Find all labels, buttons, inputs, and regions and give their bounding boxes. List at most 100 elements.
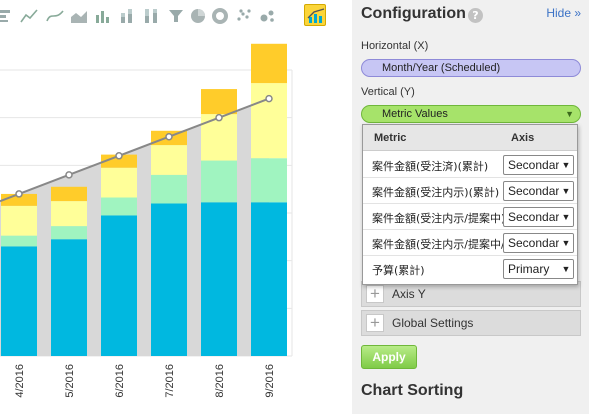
select-arrow-icon: ▼: [559, 234, 573, 252]
trend-point: [15, 190, 23, 198]
metric-name: 案件金額(受注内示)(累計): [372, 186, 500, 199]
select-arrow-icon: ▼: [559, 260, 573, 278]
funnel-chart-button[interactable]: [164, 4, 186, 26]
select-arrow-icon: ▼: [559, 182, 573, 200]
trend-point: [165, 132, 173, 141]
vertical-y-field[interactable]: Metric Values ▼: [361, 105, 581, 123]
bar-segment: [151, 203, 187, 356]
trend-point: [65, 171, 73, 179]
trend-point: [115, 152, 123, 160]
bubble-chart-icon: [260, 10, 274, 22]
bar-segment: [1, 246, 37, 356]
axis-select[interactable]: Secondary ▼: [503, 155, 574, 175]
line-chart-icon: [20, 9, 38, 23]
bar-chart-icon: [96, 11, 109, 23]
x-tick-label: 4/2016: [14, 364, 26, 398]
metric-row: 予算(累計) Primary ▼: [363, 256, 577, 282]
vertical-y-value: Metric Values: [382, 108, 448, 120]
donut-chart-icon: [212, 8, 228, 24]
metric-name: 案件金額(受注済)(累計): [372, 160, 489, 173]
horizontal-bar-chart-icon: [0, 10, 10, 22]
metric-name: 予算(累計): [372, 264, 425, 277]
chart-type-toolbar: [0, 4, 330, 28]
metric-name: 案件金額(受注内示/提案中/見込)(累計): [372, 238, 504, 251]
bar-segment: [51, 186, 87, 202]
x-tick-label: 9/2016: [264, 364, 276, 398]
bar-segment: [101, 197, 137, 216]
axis-select[interactable]: Secondary ▼: [503, 207, 574, 227]
hide-link[interactable]: Hide »: [546, 6, 581, 20]
axis-select-value: Secondary: [508, 210, 566, 224]
x-tick-label: 8/2016: [214, 364, 226, 398]
metric-row: 案件金額(受注内示)(累計) Secondary ▼: [363, 178, 577, 204]
global-settings-label: Global Settings: [392, 316, 474, 330]
bar-segment: [201, 160, 237, 203]
apply-button[interactable]: Apply: [361, 345, 417, 369]
bar-segment: [51, 239, 87, 356]
trend-point: [215, 113, 223, 122]
stacked-bar-chart-button[interactable]: [116, 4, 138, 26]
axis-select[interactable]: Primary ▼: [503, 259, 574, 279]
dropdown-header: Metric Axis: [363, 125, 577, 151]
select-arrow-icon: ▼: [559, 208, 573, 226]
donut-chart-button[interactable]: [208, 4, 230, 26]
axis-select-value: Secondary: [508, 158, 566, 172]
help-icon[interactable]: ?: [468, 8, 483, 23]
horizontal-label: Horizontal (X): [361, 40, 429, 52]
axis-select-value: Secondary: [508, 236, 566, 250]
bar-segment: [201, 202, 237, 356]
metric-row: 案件金額(受注内示/提案中/見込)(累計) Secondary▼: [363, 230, 577, 256]
axis-y-label: Axis Y: [392, 287, 426, 301]
combo-chart-button[interactable]: [304, 4, 326, 26]
global-settings-section[interactable]: + Global Settings: [361, 310, 581, 336]
axis-select[interactable]: Secondary ▼: [503, 233, 574, 253]
x-tick-label: 6/2016: [114, 364, 126, 398]
vertical-label: Vertical (Y): [361, 86, 415, 98]
axis-select[interactable]: Secondary ▼: [503, 181, 574, 201]
bar-segment: [51, 201, 87, 227]
bar-segment: [151, 174, 187, 204]
metric-row: 案件金額(受注済)(累計) Secondary ▼: [363, 152, 577, 178]
horizontal-bar-chart-button[interactable]: [0, 4, 14, 26]
smooth-line-chart-button[interactable]: [43, 4, 65, 26]
axis-select-value: Primary: [508, 262, 550, 276]
pie-chart-button[interactable]: [186, 4, 208, 26]
bar-segment: [151, 145, 187, 175]
smooth-line-chart-icon: [46, 10, 64, 22]
metric-row: 案件金額(受注内示/提案中)(累計) Secondary▼: [363, 204, 577, 230]
pie-chart-icon: [191, 9, 205, 23]
bar-segment: [51, 226, 87, 240]
percent-stacked-bar-chart-icon: [145, 9, 157, 23]
scatter-chart-icon: [237, 9, 251, 21]
chart: 4/2016 5/2016 6/2016 7/2016 8/2016 9/2016: [0, 30, 345, 414]
configuration-title: Configuration: [361, 5, 466, 22]
bar-segment: [251, 158, 287, 203]
chart-sorting-title: Chart Sorting: [361, 382, 464, 399]
bubble-chart-button[interactable]: [256, 4, 278, 26]
axis-select-value: Secondary: [508, 184, 566, 198]
scatter-chart-button[interactable]: [232, 4, 254, 26]
metric-name: 案件金額(受注内示/提案中)(累計): [372, 212, 504, 225]
x-tick-label: 7/2016: [164, 364, 176, 398]
percent-stacked-bar-chart-button[interactable]: [140, 4, 162, 26]
bar-segment: [251, 43, 287, 84]
metric-column-header: Metric: [374, 132, 407, 144]
stacked-bar-chart-icon: [121, 9, 132, 23]
area-chart-button[interactable]: [67, 4, 89, 26]
line-chart-button[interactable]: [17, 4, 39, 26]
x-tick-label: 5/2016: [64, 364, 76, 398]
bar-segment: [251, 83, 287, 159]
horizontal-x-field[interactable]: Month/Year (Scheduled): [361, 59, 581, 77]
bar-chart-button[interactable]: [91, 4, 113, 26]
select-arrow-icon: ▼: [559, 156, 573, 174]
metric-axis-dropdown: Metric Axis 案件金額(受注済)(累計) Secondary ▼ 案件金…: [362, 124, 578, 285]
bar-segment: [101, 167, 137, 198]
area-chart-icon: [71, 11, 87, 23]
bar-segment: [201, 89, 237, 115]
expand-plus-icon: +: [366, 314, 384, 332]
horizontal-x-value: Month/Year (Scheduled): [382, 62, 501, 74]
trend-point: [265, 94, 273, 103]
bar-segment: [1, 205, 37, 236]
bar-segment: [101, 215, 137, 356]
axis-column-header: Axis: [511, 132, 535, 144]
